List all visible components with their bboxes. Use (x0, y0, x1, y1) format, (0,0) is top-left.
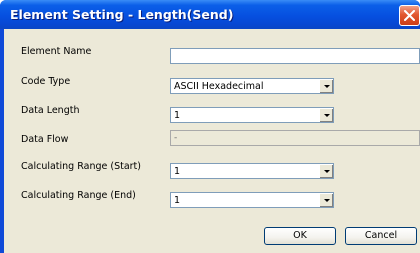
close-button[interactable] (399, 5, 420, 26)
chevron-down-icon[interactable] (319, 79, 333, 93)
element-name-label: Element Name (21, 46, 92, 57)
calc-range-end-label: Calculating Range (End) (21, 190, 136, 201)
data-length-select[interactable]: 1 (170, 107, 334, 123)
calc-range-start-select[interactable]: 1 (170, 163, 334, 179)
data-flow-field: - (170, 130, 420, 146)
chevron-down-icon[interactable] (319, 193, 333, 207)
data-length-value: 1 (174, 110, 181, 121)
element-name-field[interactable] (170, 48, 420, 64)
ok-button[interactable]: OK (264, 227, 336, 245)
code-type-label: Code Type (21, 76, 71, 87)
dialog-window: Element Setting - Length(Send) Element N… (0, 0, 420, 253)
data-flow-label: Data Flow (21, 134, 69, 145)
calc-range-start-value: 1 (174, 166, 181, 177)
chevron-down-icon[interactable] (319, 164, 333, 178)
code-type-select[interactable]: ASCII Hexadecimal (170, 78, 334, 94)
calc-range-end-select[interactable]: 1 (170, 192, 334, 208)
code-type-value: ASCII Hexadecimal (174, 81, 264, 92)
calc-range-start-label: Calculating Range (Start) (21, 161, 141, 172)
data-length-label: Data Length (21, 105, 80, 116)
title-bar[interactable]: Element Setting - Length(Send) (0, 0, 420, 29)
window-title: Element Setting - Length(Send) (10, 7, 234, 22)
calc-range-end-value: 1 (174, 195, 181, 206)
close-icon (404, 10, 415, 21)
cancel-button[interactable]: Cancel (345, 227, 417, 245)
dialog-body: Element Name Code Type ASCII Hexadecimal… (4, 29, 420, 253)
data-flow-value: - (174, 133, 178, 143)
chevron-down-icon[interactable] (319, 108, 333, 122)
